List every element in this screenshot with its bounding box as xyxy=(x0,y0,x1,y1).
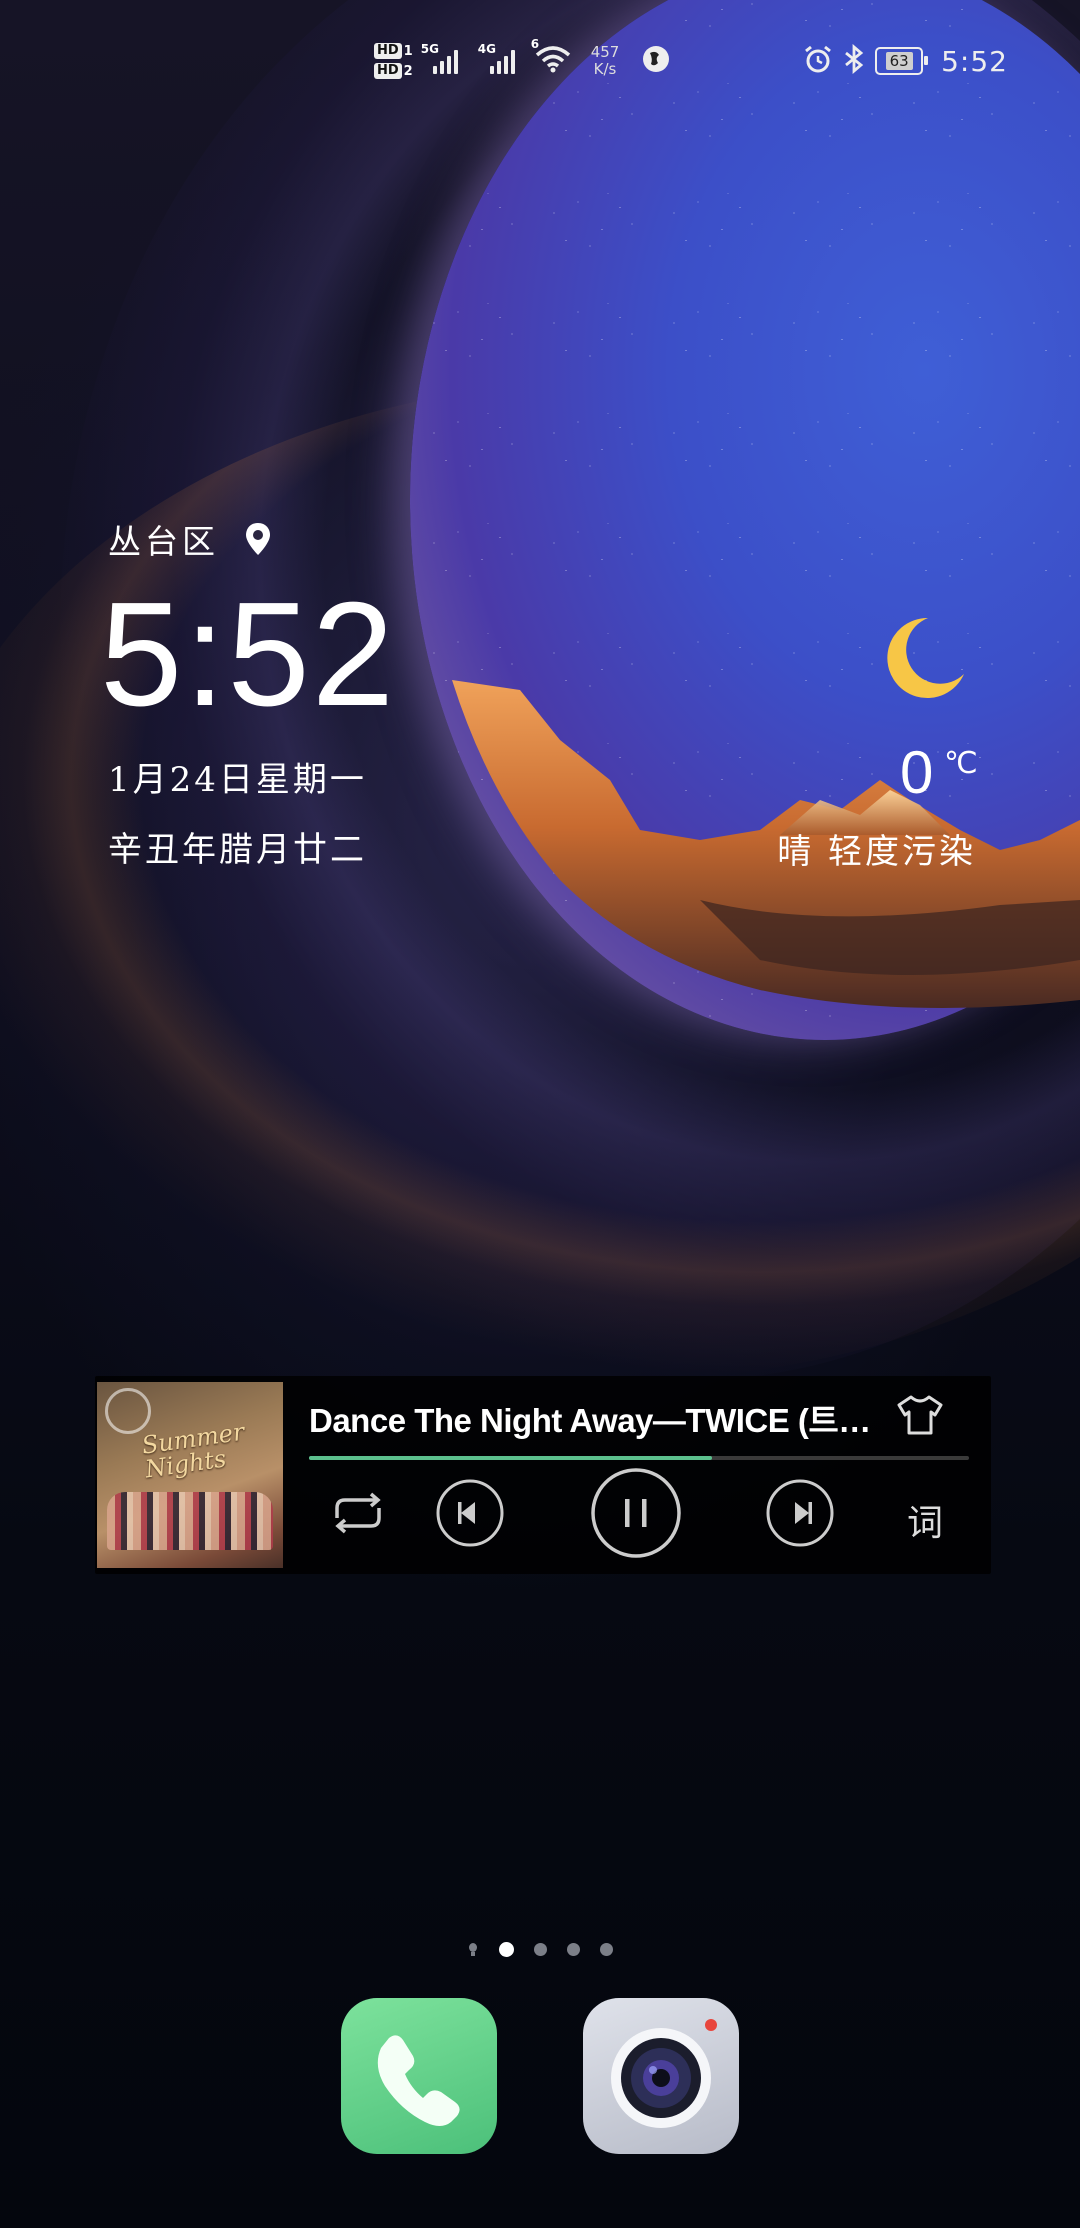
phone-app[interactable] xyxy=(341,1998,497,2154)
music-widget[interactable]: Summer Nights Dance The Night Away—TWICE… xyxy=(95,1376,991,1574)
hd-icon: HD 1 HD 2 xyxy=(374,43,413,79)
repeat-button[interactable] xyxy=(323,1478,393,1548)
clock-time[interactable]: 5:52 xyxy=(100,580,396,730)
status-time: 5:52 xyxy=(941,44,1008,78)
network-speed: 457 K/s xyxy=(590,43,620,78)
page-dot[interactable] xyxy=(534,1943,547,1956)
wallpaper xyxy=(0,0,1080,2228)
previous-button[interactable] xyxy=(435,1478,505,1548)
lunar-date-label: 辛丑年腊月廿二 xyxy=(108,830,367,870)
page-indicator[interactable] xyxy=(0,1942,1080,1957)
page-dot[interactable] xyxy=(600,1943,613,1956)
moon-icon[interactable] xyxy=(876,612,968,704)
wifi-icon: 6 xyxy=(531,37,571,77)
camera-icon xyxy=(611,2019,717,2128)
signal-icon: 4G xyxy=(478,42,515,74)
page-dot-active[interactable] xyxy=(499,1942,514,1957)
location-pin-icon xyxy=(246,523,270,555)
negative-screen-indicator-icon[interactable] xyxy=(467,1942,479,1957)
page-dot[interactable] xyxy=(567,1943,580,1956)
signal-icon: 5G xyxy=(421,42,458,74)
repeat-icon xyxy=(335,1492,381,1534)
alarm-icon xyxy=(803,44,833,78)
lyrics-button[interactable]: 词 xyxy=(907,1494,943,1546)
album-logo-icon xyxy=(105,1388,151,1434)
temperature-unit: ℃ xyxy=(944,746,978,781)
theme-shirt-icon[interactable] xyxy=(895,1394,945,1436)
previous-icon xyxy=(436,1479,504,1547)
location-label[interactable]: 丛台区 xyxy=(108,515,271,563)
pause-button[interactable] xyxy=(589,1466,683,1560)
camera-app[interactable] xyxy=(583,1998,739,2154)
phone-icon xyxy=(377,2035,460,2126)
vpn-icon xyxy=(641,44,671,78)
progress-bar[interactable] xyxy=(309,1456,969,1460)
album-art-title: Summer Nights xyxy=(140,1417,247,1484)
album-art-group xyxy=(107,1492,273,1550)
temperature: 0 xyxy=(900,739,934,806)
next-icon xyxy=(766,1479,834,1547)
song-title[interactable]: Dance The Night Away—TWICE (트… xyxy=(309,1394,899,1442)
date-label: 1月24日星期一 xyxy=(108,760,367,800)
next-button[interactable] xyxy=(765,1478,835,1548)
battery-icon: 63 xyxy=(875,47,929,75)
album-art[interactable]: Summer Nights xyxy=(97,1382,283,1568)
weather-description: 晴 轻度污染 xyxy=(777,832,976,872)
location-text: 丛台区 xyxy=(108,522,219,561)
status-bar: HD 1 HD 2 5G 4G 6 457 K/s 63 5:52 xyxy=(0,30,1080,90)
bluetooth-icon xyxy=(843,43,865,78)
progress-fill xyxy=(309,1456,712,1460)
pause-icon xyxy=(591,1468,681,1558)
